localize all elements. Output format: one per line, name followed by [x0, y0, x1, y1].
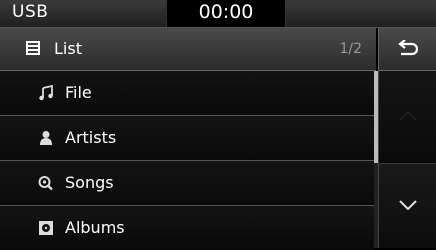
list-item-label: Albums — [65, 218, 125, 237]
clock-box: 00:00 — [166, 0, 286, 27]
list-item-label: File — [65, 83, 92, 102]
back-button[interactable] — [378, 28, 436, 71]
source-label: USB — [12, 2, 49, 22]
search-note-icon — [38, 176, 53, 191]
back-arrow-icon — [398, 40, 419, 56]
list-item-label: Artists — [65, 128, 117, 147]
list-item-label: Songs — [65, 173, 114, 192]
list-item-albums[interactable]: Albums — [0, 206, 374, 250]
category-list: File Artists Songs Albums — [0, 71, 374, 250]
scroll-down-button[interactable] — [378, 164, 436, 248]
clock: 00:00 — [198, 1, 254, 23]
music-note-icon — [39, 85, 53, 101]
list-icon — [26, 41, 40, 55]
status-bar: USB 00:00 — [0, 0, 436, 28]
list-item-artists[interactable]: Artists — [0, 116, 374, 161]
chevron-down-icon — [399, 200, 417, 210]
album-icon — [39, 221, 53, 235]
list-item-file[interactable]: File — [0, 71, 374, 116]
scroll-up-button[interactable] — [378, 71, 436, 164]
page-title: List — [54, 39, 82, 58]
page-indicator: 1/2 — [339, 41, 362, 57]
person-icon — [40, 131, 52, 145]
list-item-songs[interactable]: Songs — [0, 161, 374, 206]
list-header: List 1/2 — [0, 28, 376, 71]
chevron-up-icon — [399, 111, 417, 121]
